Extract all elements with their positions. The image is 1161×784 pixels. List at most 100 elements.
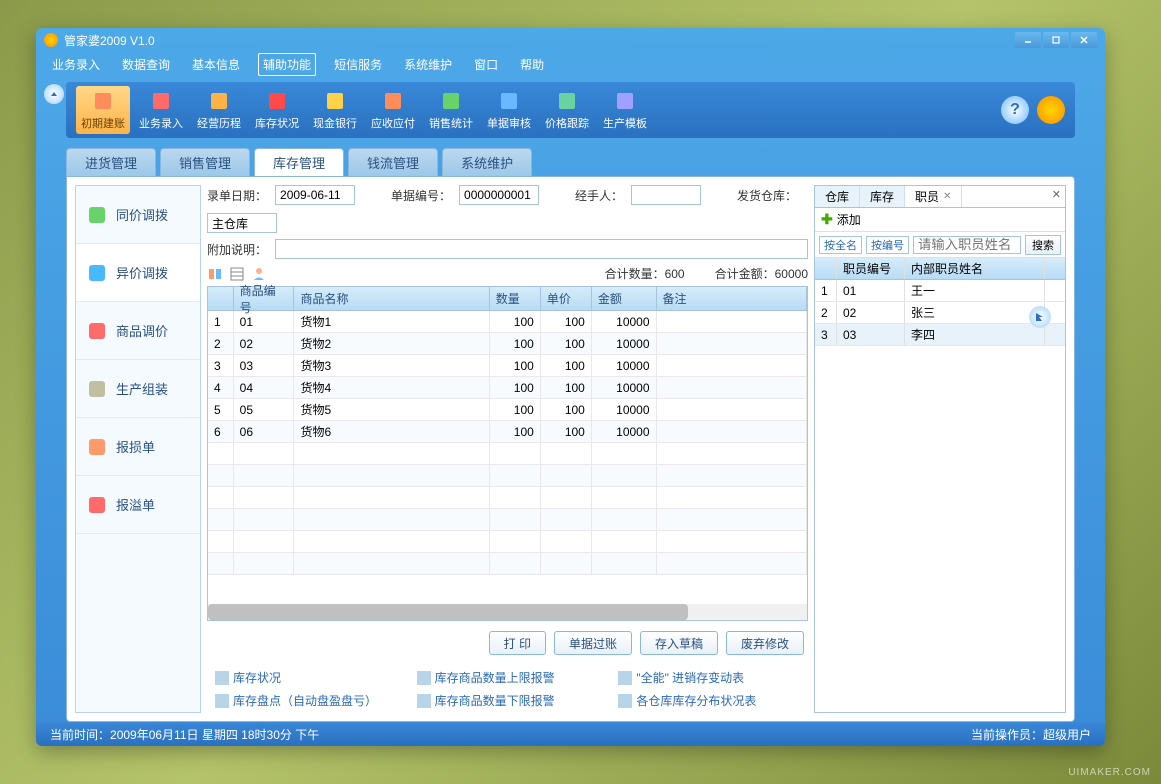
search-button[interactable]: 搜索 xyxy=(1025,235,1061,255)
menu-2[interactable]: 基本信息 xyxy=(188,54,244,75)
person-icon[interactable] xyxy=(251,266,267,282)
window-title: 管家婆2009 V1.0 xyxy=(64,32,155,49)
menu-1[interactable]: 数据查询 xyxy=(118,54,174,75)
close-button[interactable] xyxy=(1071,32,1097,48)
note-label: 附加说明： xyxy=(207,241,267,258)
staff-row[interactable]: 202张三 xyxy=(815,302,1065,324)
note-input[interactable] xyxy=(275,239,808,259)
maximize-button[interactable] xyxy=(1043,32,1069,48)
menu-3[interactable]: 辅助功能 xyxy=(258,53,316,76)
action-btn-0[interactable]: 打 印 xyxy=(489,631,546,655)
table-row[interactable] xyxy=(208,487,807,509)
total-qty-value: 600 xyxy=(665,267,685,281)
menu-0[interactable]: 业务录入 xyxy=(48,54,104,75)
total-amt-value: 60000 xyxy=(775,267,808,281)
table-row[interactable] xyxy=(208,553,807,575)
filter-fullname[interactable]: 按全名 xyxy=(819,236,862,254)
search-input[interactable] xyxy=(913,236,1021,254)
panel-close-icon[interactable]: ✕ xyxy=(1052,188,1061,201)
toolbar-btn-2[interactable]: 经营历程 xyxy=(192,86,246,134)
table-row[interactable] xyxy=(208,443,807,465)
add-button[interactable]: ✚ 添加 xyxy=(815,208,1065,232)
main-tab-2[interactable]: 库存管理 xyxy=(254,148,344,176)
icon-view-1-icon[interactable] xyxy=(207,266,223,282)
action-btn-1[interactable]: 单据过账 xyxy=(554,631,632,655)
main-tab-3[interactable]: 钱流管理 xyxy=(348,148,438,176)
warehouse-input[interactable] xyxy=(207,213,277,233)
grid-header-3[interactable]: 数量 xyxy=(490,287,541,310)
grid-header-5[interactable]: 金额 xyxy=(592,287,657,310)
rgrid-header-2[interactable]: 内部职员姓名 xyxy=(905,258,1045,279)
right-tab-2[interactable]: 职员✕ xyxy=(905,186,962,207)
main-tab-0[interactable]: 进货管理 xyxy=(66,148,156,176)
table-row[interactable]: 101货物110010010000 xyxy=(208,311,807,333)
menu-5[interactable]: 系统维护 xyxy=(400,54,456,75)
toolbar-btn-1[interactable]: 业务录入 xyxy=(134,86,188,134)
toolbar-icon-9 xyxy=(613,89,637,113)
toolbar-btn-9[interactable]: 生产模板 xyxy=(598,86,652,134)
titlebar[interactable]: 管家婆2009 V1.0 xyxy=(36,28,1105,52)
related-link-3[interactable]: 库存盘点（自动盘盈盘亏） xyxy=(215,692,397,709)
grid-header-4[interactable]: 单价 xyxy=(541,287,592,310)
toolbar-btn-6[interactable]: 销售统计 xyxy=(424,86,478,134)
sidebar-item-0[interactable]: 同价调拨 xyxy=(76,186,200,244)
menu-7[interactable]: 帮助 xyxy=(516,54,548,75)
main-tab-1[interactable]: 销售管理 xyxy=(160,148,250,176)
sidebar-icon-2 xyxy=(86,320,108,342)
related-link-0[interactable]: 库存状况 xyxy=(215,669,397,686)
toolbar-btn-8[interactable]: 价格跟踪 xyxy=(540,86,594,134)
action-btn-3[interactable]: 废弃修改 xyxy=(726,631,804,655)
collapse-toolbar-button[interactable] xyxy=(44,84,64,104)
related-link-1[interactable]: 库存商品数量上限报警 xyxy=(417,669,599,686)
sidebar-item-2[interactable]: 商品调价 xyxy=(76,302,200,360)
toolbar-btn-5[interactable]: 应收应付 xyxy=(366,86,420,134)
sidebar-item-4[interactable]: 报损单 xyxy=(76,418,200,476)
doc-input[interactable] xyxy=(459,185,539,205)
table-row[interactable]: 505货物510010010000 xyxy=(208,399,807,421)
toolbar-btn-7[interactable]: 单据审核 xyxy=(482,86,536,134)
right-tab-1[interactable]: 库存 xyxy=(860,186,905,207)
main-tab-4[interactable]: 系统维护 xyxy=(442,148,532,176)
toolbar-btn-0[interactable]: 初期建账 xyxy=(76,86,130,134)
grid-header-6[interactable]: 备注 xyxy=(657,287,807,310)
about-icon[interactable] xyxy=(1037,96,1065,124)
icon-view-2-icon[interactable] xyxy=(229,266,245,282)
table-row[interactable]: 606货物610010010000 xyxy=(208,421,807,443)
table-row[interactable]: 303货物310010010000 xyxy=(208,355,807,377)
table-row[interactable] xyxy=(208,531,807,553)
table-row[interactable]: 202货物210010010000 xyxy=(208,333,807,355)
related-link-2[interactable]: "全能" 进销存变动表 xyxy=(618,669,800,686)
sidebar-icon-3 xyxy=(86,378,108,400)
right-panel: ✕ 仓库库存职员✕ ✚ 添加 按全名 按编号 搜索 职员编号内部职员姓名 101… xyxy=(814,185,1066,713)
toolbar-btn-4[interactable]: 现金银行 xyxy=(308,86,362,134)
staff-row[interactable]: 101王一 xyxy=(815,280,1065,302)
menu-6[interactable]: 窗口 xyxy=(470,54,502,75)
handler-input[interactable] xyxy=(631,185,701,205)
staff-row[interactable]: 303李四 xyxy=(815,324,1065,346)
rgrid-header-0[interactable] xyxy=(815,258,837,279)
table-row[interactable] xyxy=(208,465,807,487)
toolbar-btn-3[interactable]: 库存状况 xyxy=(250,86,304,134)
filter-code[interactable]: 按编号 xyxy=(866,236,909,254)
menu-4[interactable]: 短信服务 xyxy=(330,54,386,75)
minimize-button[interactable] xyxy=(1015,32,1041,48)
sidebar-item-1[interactable]: 异价调拨 xyxy=(76,244,200,302)
toolbar-icon-6 xyxy=(439,89,463,113)
related-link-4[interactable]: 库存商品数量下限报警 xyxy=(417,692,599,709)
horizontal-scrollbar[interactable] xyxy=(208,604,807,620)
grid-header-1[interactable]: 商品编号 xyxy=(234,287,295,310)
sidebar-item-5[interactable]: 报溢单 xyxy=(76,476,200,534)
date-input[interactable] xyxy=(275,185,355,205)
related-link-5[interactable]: 各仓库库存分布状况表 xyxy=(618,692,800,709)
table-row[interactable]: 404货物410010010000 xyxy=(208,377,807,399)
grid-header-0[interactable] xyxy=(208,287,234,310)
grid-header-2[interactable]: 商品名称 xyxy=(294,287,489,310)
table-row[interactable] xyxy=(208,509,807,531)
tab-close-icon[interactable]: ✕ xyxy=(943,191,951,202)
help-icon[interactable]: ? xyxy=(1001,96,1029,124)
rgrid-header-1[interactable]: 职员编号 xyxy=(837,258,905,279)
right-tab-0[interactable]: 仓库 xyxy=(815,186,860,207)
action-btn-2[interactable]: 存入草稿 xyxy=(640,631,718,655)
doc-label: 单据编号： xyxy=(391,187,451,204)
sidebar-item-3[interactable]: 生产组装 xyxy=(76,360,200,418)
